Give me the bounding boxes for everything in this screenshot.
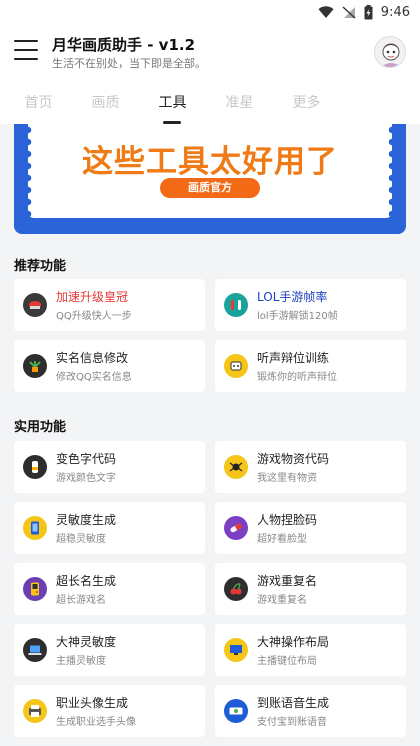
crown-icon: [23, 293, 47, 317]
tab-tools[interactable]: 工具: [139, 82, 206, 124]
card-title: 到账语音生成: [257, 696, 330, 710]
card-title: 超长名生成: [56, 574, 117, 588]
card-desc: 游戏颜色文字: [56, 473, 116, 484]
card-title: 变色字代码: [56, 452, 117, 466]
tool-card-audio-training[interactable]: 听声辩位训练 锻炼你的听声辩位: [215, 340, 406, 392]
card-desc: 我这里有物资: [257, 473, 317, 484]
card-desc: QQ升级快人一步: [56, 311, 132, 322]
card-title: 大神灵敏度: [56, 635, 117, 649]
tab-home[interactable]: 首页: [5, 82, 72, 124]
card-desc: 支付宝到账语音: [257, 717, 327, 728]
card-desc: 锻炼你的听声辩位: [257, 372, 337, 383]
plant-icon: [23, 354, 47, 378]
avatar[interactable]: [374, 36, 406, 68]
tool-card-pro-sensitivity[interactable]: 大神灵敏度 主播灵敏度: [14, 624, 205, 676]
spider-icon: [224, 455, 248, 479]
card-desc: 修改QQ实名信息: [56, 372, 132, 383]
card-desc: 游戏重复名: [257, 595, 307, 606]
laptop-icon: [23, 638, 47, 662]
banner-badge: 画质官方: [160, 178, 260, 198]
card-title: 大神操作布局: [257, 635, 330, 649]
tab-quality[interactable]: 画质: [72, 82, 139, 124]
gameboy-icon: [23, 577, 47, 601]
card-title: 人物捏脸码: [257, 513, 318, 527]
status-bar: 9:46: [0, 0, 420, 24]
card-desc: 超稳灵敏度: [56, 534, 106, 545]
no-signal-icon: [342, 5, 356, 19]
flask-icon: [224, 293, 248, 317]
battery-icon: [364, 4, 373, 19]
money-icon: [224, 699, 248, 723]
tool-card-pro-layout[interactable]: 大神操作布局 主播键位布局: [215, 624, 406, 676]
tool-card-duplicate-name[interactable]: 游戏重复名 游戏重复名: [215, 563, 406, 615]
status-time: 9:46: [380, 4, 410, 20]
banner-headline: 这些工具太好用了: [82, 144, 338, 180]
tool-card-long-name[interactable]: 超长名生成 超长游戏名: [14, 563, 205, 615]
pill-icon: [224, 516, 248, 540]
card-title: 游戏重复名: [257, 574, 318, 588]
card-title: 实名信息修改: [56, 351, 129, 365]
card-title: LOL手游帧率: [257, 290, 328, 304]
card-desc: 生成职业选手头像: [56, 717, 136, 728]
app-title: 月华画质助手 - v1.2: [52, 36, 196, 54]
robot-icon: [224, 354, 248, 378]
card-title: 游戏物资代码: [257, 452, 330, 466]
phone-icon: [23, 516, 47, 540]
tool-card-payment-voice[interactable]: 到账语音生成 支付宝到账语音: [215, 685, 406, 737]
card-desc: 主播灵敏度: [56, 656, 106, 667]
bottle-icon: [23, 455, 47, 479]
tool-card-crown-upgrade[interactable]: 加速升级皇冠 QQ升级快人一步: [14, 279, 205, 331]
card-desc: 超好看脸型: [257, 534, 307, 545]
tab-crosshair[interactable]: 准星: [206, 82, 273, 124]
tool-card-color-text[interactable]: 变色字代码 游戏颜色文字: [14, 441, 205, 493]
app-subtitle: 生活不在别处，当下即是全部。: [52, 57, 206, 70]
card-title: 听声辩位训练: [257, 351, 330, 365]
card-title: 职业头像生成: [56, 696, 129, 710]
section-title-recommended: 推荐功能: [14, 259, 67, 274]
section-title-utility: 实用功能: [14, 420, 67, 435]
tool-card-supply-code[interactable]: 游戏物资代码 我这里有物资: [215, 441, 406, 493]
card-title: 灵敏度生成: [56, 513, 117, 527]
wifi-icon: [318, 5, 334, 18]
monitor-icon: [224, 638, 248, 662]
menu-icon[interactable]: [14, 40, 38, 60]
card-desc: lol手游解锁120帧: [257, 311, 338, 322]
printer-icon: [23, 699, 47, 723]
tool-card-realname[interactable]: 实名信息修改 修改QQ实名信息: [14, 340, 205, 392]
card-desc: 超长游戏名: [56, 595, 106, 606]
card-desc: 主播键位布局: [257, 656, 317, 667]
app-header: 月华画质助手 - v1.2 生活不在别处，当下即是全部。: [0, 24, 420, 82]
card-title: 加速升级皇冠: [56, 290, 129, 304]
promo-banner[interactable]: 这些工具太好用了 画质官方: [14, 124, 406, 234]
tool-card-pro-avatar[interactable]: 职业头像生成 生成职业选手头像: [14, 685, 205, 737]
tool-card-face-code[interactable]: 人物捏脸码 超好看脸型: [215, 502, 406, 554]
avatar-icon: [375, 37, 405, 67]
tab-more[interactable]: 更多: [273, 82, 340, 124]
tab-bar: 首页 画质 工具 准星 更多: [0, 82, 420, 124]
tool-card-sensitivity[interactable]: 灵敏度生成 超稳灵敏度: [14, 502, 205, 554]
tool-card-lol-fps[interactable]: LOL手游帧率 lol手游解锁120帧: [215, 279, 406, 331]
banner-ticket: 这些工具太好用了 画质官方: [24, 124, 396, 218]
cherry-icon: [224, 577, 248, 601]
